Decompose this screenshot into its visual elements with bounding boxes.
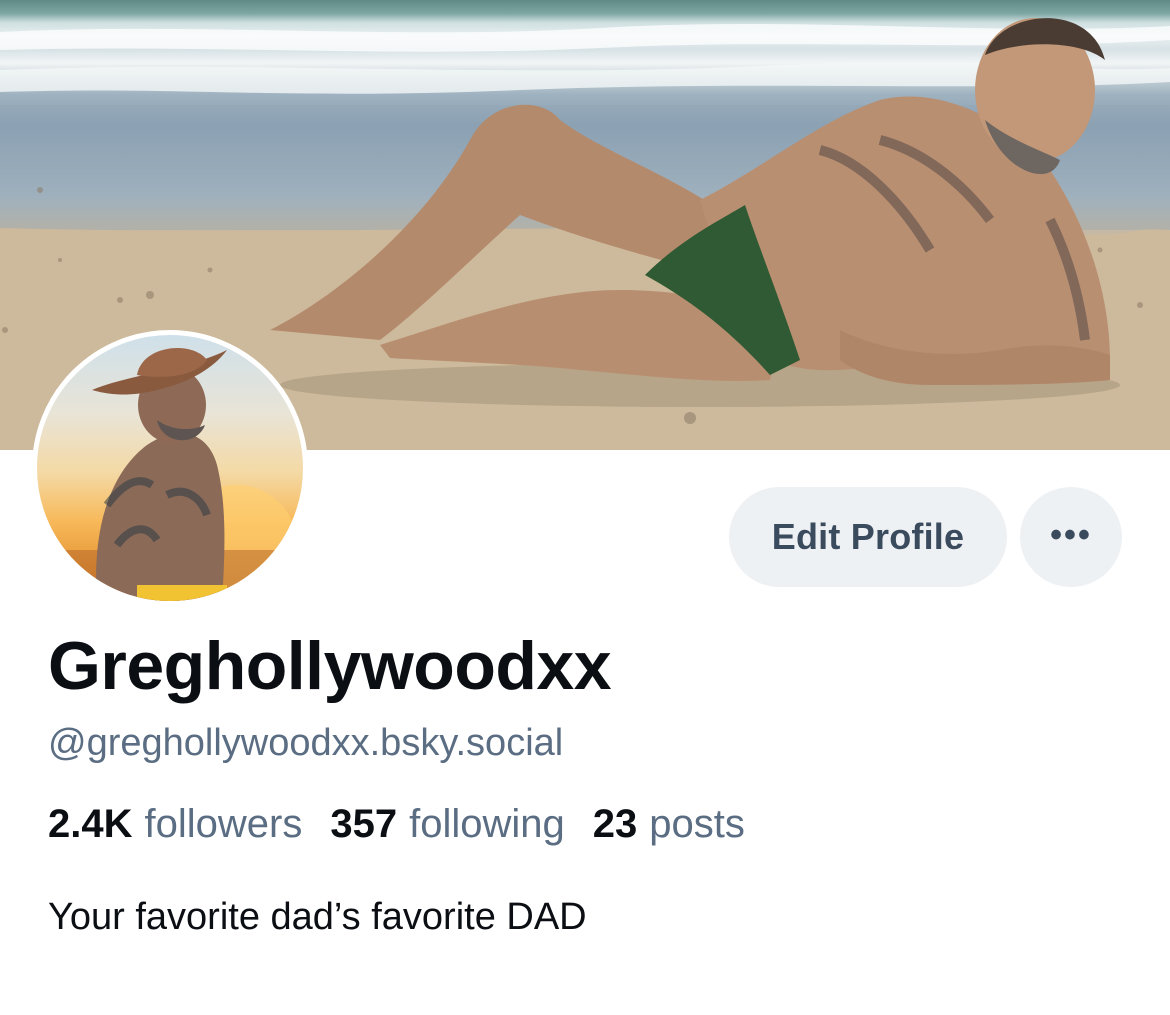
posts-count: 23: [592, 802, 638, 846]
profile-avatar[interactable]: [32, 330, 308, 606]
profile-handle: @greghollywoodxx.bsky.social: [48, 722, 564, 764]
profile-display-name: Greghollywoodxx: [48, 628, 612, 704]
followers-count: 2.4K: [48, 802, 133, 846]
posts-label: posts: [649, 802, 745, 846]
posts-stat: 23 posts: [593, 802, 745, 847]
more-horizontal-icon: •••: [1050, 516, 1092, 554]
edit-profile-button[interactable]: Edit Profile: [729, 487, 1007, 587]
more-options-button[interactable]: •••: [1020, 487, 1122, 587]
followers-stat[interactable]: 2.4K followers: [48, 802, 302, 847]
profile-stats: 2.4K followers 357 following 23 posts: [48, 802, 745, 847]
following-stat[interactable]: 357 following: [330, 802, 564, 847]
following-label: following: [409, 802, 565, 846]
followers-label: followers: [144, 802, 303, 846]
profile-bio: Your favorite dad’s favorite DAD: [48, 896, 587, 938]
following-count: 357: [330, 802, 398, 846]
avatar-illustration: [37, 348, 303, 601]
